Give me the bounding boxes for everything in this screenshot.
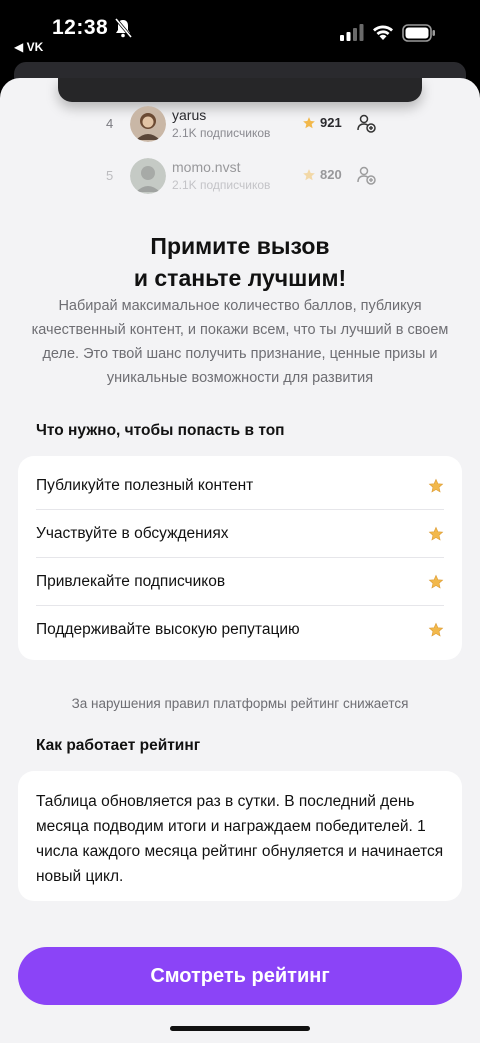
avatar [130, 158, 166, 194]
rating-info-title: Как работает рейтинг [36, 737, 201, 754]
back-to-app-link[interactable]: ◀ VK [14, 40, 43, 54]
requirement-item: Привлекайте подписчиков [36, 558, 444, 606]
view-rating-button[interactable]: Смотреть рейтинг [18, 947, 462, 1005]
wifi-icon [373, 25, 393, 40]
requirement-item: Поддерживайте высокую репутацию [36, 606, 444, 654]
requirement-label: Поддерживайте высокую репутацию [36, 621, 300, 638]
leaderboard-header-panel [58, 78, 422, 102]
requirement-label: Участвуйте в обсуждениях [36, 525, 229, 542]
title-line-2: и станьте лучшим! [133, 265, 347, 291]
avatar [130, 106, 166, 142]
requirement-label: Публикуйте полезный контент [36, 477, 254, 494]
rating-info-text: Таблица обновляется раз в сутки. В после… [36, 793, 444, 885]
requirement-label: Привлекайте подписчиков [36, 573, 226, 590]
add-friend-icon[interactable] [356, 113, 376, 133]
status-bar: 12:38 ◀ VK [0, 0, 480, 70]
rank: 5 [106, 168, 114, 183]
requirements-title: Что нужно, чтобы попасть в топ [36, 422, 285, 439]
star-icon [428, 478, 444, 493]
battery-icon [402, 24, 435, 42]
description: Набирай максимальное количество баллов, … [31, 298, 449, 386]
rank: 4 [106, 116, 114, 131]
star-icon [303, 117, 315, 129]
rating-info-card: Таблица обновляется раз в сутки. В после… [18, 771, 462, 901]
requirements-card: Публикуйте полезный контент Участвуйте в… [18, 456, 462, 660]
add-friend-icon[interactable] [356, 165, 376, 185]
star-icon [303, 169, 315, 181]
leaderboard-row[interactable]: 5 momo.nvst 2.1K подписчиков 820 [100, 156, 390, 196]
challenge-sheet: 4 yarus 2.1K подписчиков 921 5 momo.nvst [0, 78, 480, 1043]
requirement-item: Участвуйте в обсуждениях [36, 510, 444, 558]
score: 820 [320, 167, 342, 182]
requirement-item: Публикуйте полезный контент [36, 462, 444, 510]
username: momo.nvst [172, 159, 241, 175]
subscriber-count: 2.1K подписчиков [172, 126, 271, 140]
clock: 12:38 [52, 16, 109, 39]
subscriber-count: 2.1K подписчиков [172, 178, 271, 192]
star-icon [428, 574, 444, 589]
home-indicator[interactable] [170, 1026, 310, 1031]
page-title: Примите вызов и станьте лучшим! [0, 230, 480, 294]
star-icon [428, 622, 444, 637]
star-icon [428, 526, 444, 541]
username: yarus [172, 107, 207, 123]
leaderboard-row[interactable]: 4 yarus 2.1K подписчиков 921 [100, 104, 390, 144]
score: 921 [320, 115, 342, 130]
bell-muted-icon [114, 18, 132, 38]
rules-note: За нарушения правил платформы рейтинг сн… [71, 696, 409, 711]
title-line-1: Примите вызов [150, 233, 330, 259]
cellular-signal-icon [340, 24, 364, 41]
